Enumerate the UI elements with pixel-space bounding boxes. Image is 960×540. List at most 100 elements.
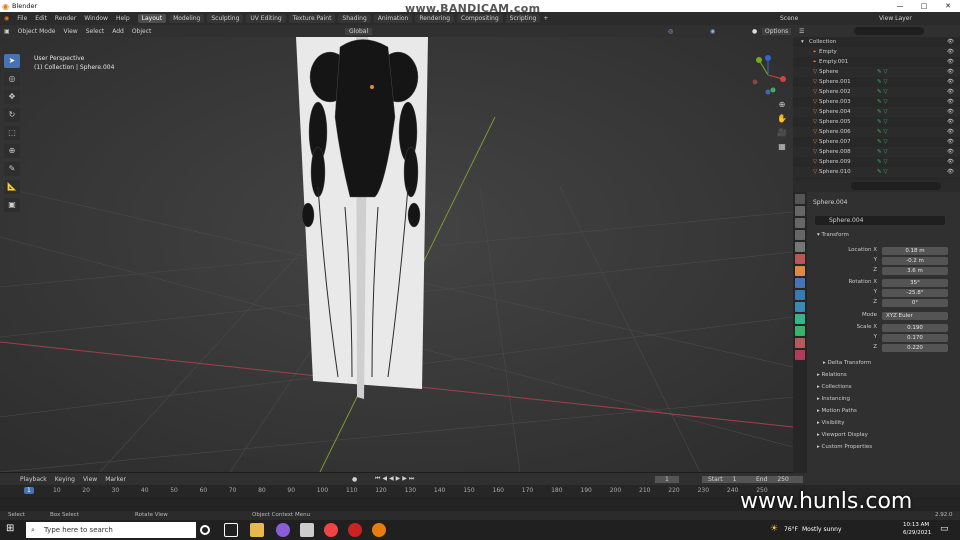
app-icon-2[interactable]	[300, 523, 314, 537]
scale-x-field[interactable]: 0.190	[882, 324, 948, 332]
task-view-icon[interactable]	[224, 523, 238, 537]
visibility-eye-icon[interactable]: 👁	[947, 79, 954, 85]
visibility-section[interactable]: ▸ Visibility	[817, 420, 845, 426]
move-tool-icon[interactable]: ✥	[4, 90, 20, 104]
tab-layout[interactable]: Layout	[137, 14, 167, 23]
scale-y-field[interactable]: 0.170	[882, 334, 948, 342]
modifier-tab-icon[interactable]	[795, 278, 805, 288]
chrome-icon[interactable]	[324, 523, 338, 537]
object-name-field[interactable]: Sphere.004	[815, 216, 945, 225]
rotation-x-field[interactable]: 35°	[882, 279, 948, 287]
clock-time[interactable]: 10:13 AM	[903, 522, 929, 528]
app-icon[interactable]	[276, 523, 290, 537]
visibility-eye-icon[interactable]: 👁	[947, 149, 954, 155]
custom-properties-section[interactable]: ▸ Custom Properties	[817, 444, 872, 450]
visibility-eye-icon[interactable]: 👁	[947, 159, 954, 165]
constraints-tab-icon[interactable]	[795, 314, 805, 324]
menu-view[interactable]: View	[63, 28, 77, 35]
outliner-search-input[interactable]	[854, 27, 925, 35]
view-layer-tab-icon[interactable]	[795, 230, 805, 240]
mode-selector[interactable]: Object Mode	[18, 28, 56, 35]
location-x-field[interactable]: 0.18 m	[882, 247, 948, 255]
tab-rendering[interactable]: Rendering	[415, 14, 455, 23]
cortana-icon[interactable]	[200, 525, 210, 535]
transform-tool-icon[interactable]: ⊕	[4, 144, 20, 158]
camera-view-icon[interactable]: 🎥	[777, 128, 787, 138]
rotation-z-field[interactable]: 0°	[882, 299, 948, 307]
menu-keying[interactable]: Keying	[55, 476, 75, 483]
outliner-item[interactable]: ▽ Sphere.009 ✎ ▽ 👁	[793, 157, 960, 167]
visibility-eye-icon[interactable]: 👁	[947, 69, 954, 75]
visibility-eye-icon[interactable]: 👁	[947, 89, 954, 95]
maximize-button[interactable]: □	[912, 0, 936, 12]
modifier-data-icon[interactable]: ✎ ▽	[877, 119, 888, 125]
physics-tab-icon[interactable]	[795, 302, 805, 312]
close-button[interactable]: ✕	[936, 0, 960, 12]
shading-solid-icon[interactable]: ●	[752, 28, 757, 35]
blender-menu-icon[interactable]: ◉	[4, 15, 9, 22]
menu-marker[interactable]: Marker	[105, 476, 126, 483]
notification-icon[interactable]: ▭	[940, 524, 949, 534]
record-button[interactable]: ●	[352, 476, 357, 483]
outliner-item[interactable]: ▽ Sphere.007 ✎ ▽ 👁	[793, 137, 960, 147]
modifier-data-icon[interactable]: ✎ ▽	[877, 159, 888, 165]
menu-object[interactable]: Object	[132, 28, 152, 35]
menu-timeline-view[interactable]: View	[83, 476, 97, 483]
relations-section[interactable]: ▸ Relations	[817, 372, 847, 378]
options-button[interactable]: Options	[762, 27, 792, 35]
outliner-item[interactable]: ▽ Sphere.008 ✎ ▽ 👁	[793, 147, 960, 157]
menu-file[interactable]: File	[17, 15, 27, 22]
outliner-item[interactable]: ▽ Sphere.010 ✎ ▽ 👁	[793, 167, 960, 177]
texture-tab-icon[interactable]	[795, 350, 805, 360]
modifier-data-icon[interactable]: ✎ ▽	[877, 149, 888, 155]
tab-uv-editing[interactable]: UV Editing	[246, 14, 286, 23]
visibility-eye-icon[interactable]: 👁	[947, 109, 954, 115]
tab-texture-paint[interactable]: Texture Paint	[288, 14, 336, 23]
menu-add[interactable]: Add	[112, 28, 124, 35]
menu-help[interactable]: Help	[116, 15, 130, 22]
outliner-item[interactable]: ▽ Sphere.004 ✎ ▽ 👁	[793, 107, 960, 117]
3d-viewport[interactable]	[0, 37, 793, 472]
rotate-tool-icon[interactable]: ↻	[4, 108, 20, 122]
outliner-item[interactable]: ⌖ Empty 👁	[793, 47, 960, 57]
bandicam-icon[interactable]	[348, 523, 362, 537]
measure-tool-icon[interactable]: 📐	[4, 180, 20, 194]
outliner-item[interactable]: ▽ Sphere.003 ✎ ▽ 👁	[793, 97, 960, 107]
pan-hand-icon[interactable]: ✋	[777, 114, 787, 124]
visibility-eye-icon[interactable]: 👁	[947, 129, 954, 135]
modifier-data-icon[interactable]: ✎ ▽	[877, 129, 888, 135]
visibility-eye-icon[interactable]: 👁	[947, 119, 954, 125]
outliner-item[interactable]: ▽ Sphere.002 ✎ ▽ 👁	[793, 87, 960, 97]
visibility-eye-icon[interactable]: 👁	[947, 59, 954, 65]
tab-modeling[interactable]: Modeling	[169, 14, 205, 23]
outliner-collection-row[interactable]: ▾ Collection 👁	[793, 37, 960, 47]
zoom-icon[interactable]: ⊕	[777, 100, 787, 110]
menu-select[interactable]: Select	[86, 28, 105, 35]
world-tab-icon[interactable]	[795, 254, 805, 264]
weather-temp[interactable]: 76°F	[784, 526, 798, 533]
outliner-item[interactable]: ⌖ Empty.001 👁	[793, 57, 960, 67]
tab-sculpting[interactable]: Sculpting	[207, 14, 244, 23]
tab-scripting[interactable]: Scripting	[505, 14, 541, 23]
modifier-data-icon[interactable]: ✎ ▽	[877, 69, 888, 75]
navigation-gizmo[interactable]	[745, 52, 791, 98]
current-frame-field[interactable]: 1	[655, 475, 679, 483]
select-tool-icon[interactable]: ➤	[4, 54, 20, 68]
current-frame-indicator[interactable]: 1	[24, 487, 34, 494]
visibility-eye-icon[interactable]: 👁	[947, 99, 954, 105]
menu-render[interactable]: Render	[55, 15, 76, 22]
editor-type-icon[interactable]: ▣	[4, 28, 10, 35]
minimize-button[interactable]: —	[888, 0, 912, 12]
view-layer-selector[interactable]: View Layer	[879, 15, 912, 22]
scale-z-field[interactable]: 0.220	[882, 344, 948, 352]
modifier-data-icon[interactable]: ✎ ▽	[877, 109, 888, 115]
menu-window[interactable]: Window	[84, 15, 108, 22]
render-tab-icon[interactable]	[795, 206, 805, 216]
gizmo-icon[interactable]: ◉	[710, 28, 715, 35]
clock-date[interactable]: 6/29/2021	[903, 530, 931, 536]
menu-edit[interactable]: Edit	[35, 15, 47, 22]
location-y-field[interactable]: -0.2 m	[882, 257, 948, 265]
material-tab-icon[interactable]	[795, 338, 805, 348]
modifier-data-icon[interactable]: ✎ ▽	[877, 169, 888, 175]
transform-section-header[interactable]: ▾ Transform	[817, 232, 849, 238]
